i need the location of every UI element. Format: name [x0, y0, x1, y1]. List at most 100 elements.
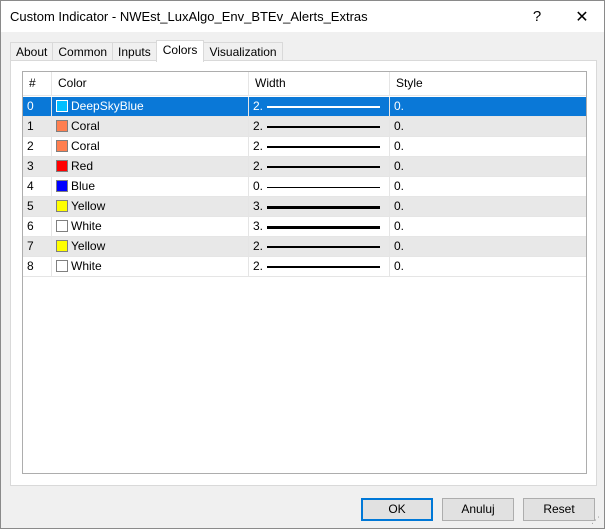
tab-common[interactable]: Common	[52, 42, 114, 61]
width-cell[interactable]: 3.	[249, 217, 390, 237]
color-name: Blue	[71, 179, 96, 193]
color-cell[interactable]: Coral	[52, 137, 249, 157]
table-row[interactable]: 6 White 3. 0.	[23, 217, 586, 237]
tab-visualization[interactable]: Visualization	[203, 42, 283, 61]
table-row[interactable]: 3 Red 2. 0.	[23, 157, 586, 177]
row-index: 6	[23, 217, 52, 237]
color-cell[interactable]: Blue	[52, 177, 249, 197]
tab-about[interactable]: About	[10, 42, 54, 61]
style-cell[interactable]: 0.	[390, 177, 586, 197]
table-row[interactable]: 1 Coral 2. 0.	[23, 117, 586, 137]
color-swatch	[56, 120, 68, 132]
table-row[interactable]: 4 Blue 0. 0.	[23, 177, 586, 197]
row-index: 5	[23, 197, 52, 217]
width-value: 2.	[253, 99, 264, 113]
grid-header: # Color Width Style	[23, 72, 586, 96]
header-color[interactable]: Color	[52, 72, 249, 96]
color-swatch	[56, 140, 68, 152]
help-icon[interactable]: ?	[515, 1, 559, 32]
width-cell[interactable]: 0.	[249, 177, 390, 197]
style-value: 0.	[394, 159, 405, 173]
width-cell[interactable]: 2.	[249, 97, 390, 117]
row-index: 2	[23, 137, 52, 157]
style-cell[interactable]: 0.	[390, 117, 586, 137]
row-index: 8	[23, 257, 52, 277]
width-preview-line	[267, 246, 380, 248]
table-row[interactable]: 8 White 2. 0.	[23, 257, 586, 277]
color-swatch	[56, 100, 68, 112]
style-cell[interactable]: 0.	[390, 157, 586, 177]
color-swatch	[56, 200, 68, 212]
style-cell[interactable]: 0.	[390, 217, 586, 237]
header-style[interactable]: Style	[390, 72, 586, 96]
title-bar: Custom Indicator - NWEst_LuxAlgo_Env_BTE…	[1, 1, 604, 32]
row-index: 0	[23, 97, 52, 117]
style-value: 0.	[394, 199, 405, 213]
color-name: Coral	[71, 139, 100, 153]
style-cell[interactable]: 0.	[390, 97, 586, 117]
width-preview-line	[267, 226, 380, 229]
width-preview-line	[267, 126, 380, 128]
width-preview-line	[267, 106, 380, 108]
width-cell[interactable]: 2.	[249, 237, 390, 257]
color-cell[interactable]: Yellow	[52, 197, 249, 217]
color-swatch	[56, 240, 68, 252]
style-cell[interactable]: 0.	[390, 237, 586, 257]
width-value: 2.	[253, 139, 264, 153]
window-title: Custom Indicator - NWEst_LuxAlgo_Env_BTE…	[10, 9, 368, 24]
style-value: 0.	[394, 219, 405, 233]
width-preview-line	[267, 206, 380, 209]
style-cell[interactable]: 0.	[390, 137, 586, 157]
width-cell[interactable]: 2.	[249, 137, 390, 157]
width-value: 3.	[253, 199, 264, 213]
width-preview-line	[267, 146, 380, 148]
table-row[interactable]: 5 Yellow 3. 0.	[23, 197, 586, 217]
color-cell[interactable]: DeepSkyBlue	[52, 97, 249, 117]
row-index: 1	[23, 117, 52, 137]
width-preview-line	[267, 187, 380, 188]
color-cell[interactable]: Yellow	[52, 237, 249, 257]
tab-colors[interactable]: Colors	[155, 40, 205, 62]
row-index: 7	[23, 237, 52, 257]
width-value: 2.	[253, 239, 264, 253]
color-cell[interactable]: Coral	[52, 117, 249, 137]
width-cell[interactable]: 2.	[249, 257, 390, 277]
width-value: 0.	[253, 179, 264, 193]
reset-button[interactable]: Reset	[523, 498, 595, 521]
style-cell[interactable]: 0.	[390, 257, 586, 277]
color-swatch	[56, 180, 68, 192]
header-index[interactable]: #	[23, 72, 52, 96]
width-cell[interactable]: 3.	[249, 197, 390, 217]
color-name: White	[71, 259, 102, 273]
row-index: 3	[23, 157, 52, 177]
resize-grip-icon[interactable]: ⋰	[591, 515, 601, 525]
style-cell[interactable]: 0.	[390, 197, 586, 217]
tab-inputs[interactable]: Inputs	[112, 42, 157, 61]
width-cell[interactable]: 2.	[249, 157, 390, 177]
color-cell[interactable]: White	[52, 257, 249, 277]
width-value: 3.	[253, 219, 264, 233]
color-name: Yellow	[71, 199, 106, 213]
colors-panel: # Color Width Style 0 DeepSkyBlue 2. 0. 1 Cor…	[10, 60, 597, 486]
color-name: Coral	[71, 119, 100, 133]
color-name: Yellow	[71, 239, 106, 253]
row-index: 4	[23, 177, 52, 197]
header-width[interactable]: Width	[249, 72, 390, 96]
color-swatch	[56, 220, 68, 232]
width-cell[interactable]: 2.	[249, 117, 390, 137]
table-row[interactable]: 7 Yellow 2. 0.	[23, 237, 586, 257]
table-row[interactable]: 2 Coral 2. 0.	[23, 137, 586, 157]
style-value: 0.	[394, 179, 405, 193]
ok-button[interactable]: OK	[361, 498, 433, 521]
style-value: 0.	[394, 99, 405, 113]
color-name: DeepSkyBlue	[71, 99, 144, 113]
style-preview-line	[394, 276, 562, 277]
cancel-button[interactable]: Anuluj	[442, 498, 514, 521]
color-cell[interactable]: White	[52, 217, 249, 237]
color-cell[interactable]: Red	[52, 157, 249, 177]
style-value: 0.	[394, 119, 405, 133]
style-value: 0.	[394, 239, 405, 253]
table-row[interactable]: 0 DeepSkyBlue 2. 0.	[23, 97, 586, 117]
color-name: Red	[71, 159, 94, 173]
close-icon[interactable]: ✕	[560, 1, 604, 32]
